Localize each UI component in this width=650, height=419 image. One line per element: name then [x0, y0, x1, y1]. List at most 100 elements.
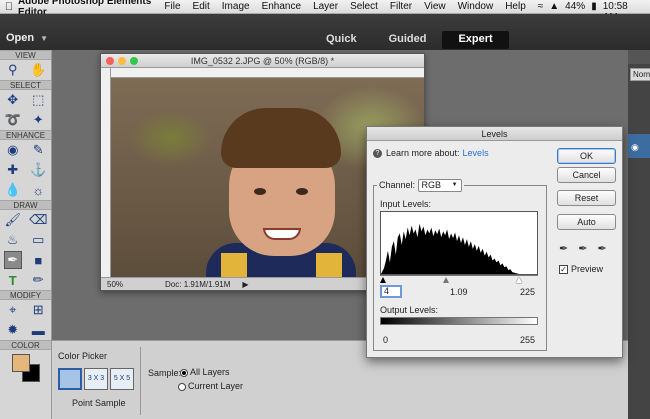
battery-percent[interactable]: 44%: [565, 1, 585, 12]
document-title-bar[interactable]: IMG_0532 2.JPG @ 50% (RGB/8) *: [101, 54, 424, 68]
brush-tool-icon[interactable]: 🖌: [4, 211, 22, 229]
panel-strip: [628, 50, 650, 64]
type-tool-icon[interactable]: T: [4, 271, 22, 289]
white-point-slider[interactable]: [516, 277, 522, 283]
clone-stamp-icon[interactable]: ⚓: [29, 161, 47, 179]
help-icon: ?: [373, 148, 382, 158]
sponge-tool-icon[interactable]: ☼: [29, 181, 47, 199]
maximize-icon[interactable]: [130, 57, 138, 65]
radio-current-layer-label: Current Layer: [188, 381, 244, 391]
ok-button[interactable]: OK: [557, 148, 616, 164]
mac-menu-bar:  Adobe Photoshop Elements Editor File E…: [0, 0, 650, 23]
mode-guided[interactable]: Guided: [373, 31, 443, 49]
black-eyedropper-icon[interactable]: ✒: [559, 242, 568, 255]
menu-enhance[interactable]: Enhance: [262, 1, 301, 12]
battery-icon[interactable]: ▮: [591, 1, 597, 12]
apple-icon[interactable]: : [0, 1, 18, 13]
recompose-tool-icon[interactable]: ⊞: [29, 301, 47, 319]
section-select: SELECT: [0, 80, 51, 90]
mode-quick[interactable]: Quick: [310, 31, 373, 49]
levels-title: Levels: [367, 127, 622, 141]
sample-label: Sample:: [148, 368, 182, 378]
sample-3x3-button[interactable]: 3 X 3: [84, 368, 108, 390]
open-button[interactable]: Open ▼: [6, 32, 48, 44]
blur-tool-icon[interactable]: 💧: [4, 181, 22, 199]
radio-current-layer[interactable]: Current Layer: [178, 381, 243, 391]
zoom-level[interactable]: 50%: [101, 280, 129, 289]
status-menu-icon[interactable]: ▶: [236, 280, 254, 289]
point-sample-button[interactable]: [58, 368, 82, 390]
checkmark-icon[interactable]: ✓: [559, 264, 568, 274]
menu-window[interactable]: Window: [458, 1, 494, 12]
white-eyedropper-icon[interactable]: ✒: [597, 242, 606, 255]
close-icon[interactable]: [106, 57, 114, 65]
zoom-tool-icon[interactable]: ⚲: [4, 61, 22, 79]
channel-select[interactable]: RGB ▼: [417, 179, 462, 192]
histogram: [380, 211, 538, 275]
cancel-button[interactable]: Cancel: [557, 167, 616, 183]
blend-mode-select[interactable]: Norm: [630, 68, 650, 81]
sample-5x5-button[interactable]: 5 X 5: [110, 368, 134, 390]
menu-view[interactable]: View: [424, 1, 446, 12]
eyedropper-tool-icon[interactable]: ✒: [3, 251, 22, 269]
marquee-tool-icon[interactable]: ⬚: [29, 91, 47, 109]
section-draw: DRAW: [0, 200, 51, 210]
input-white-value[interactable]: 225: [520, 287, 535, 297]
eye-tool-icon[interactable]: ◉: [4, 141, 22, 159]
shape-tool-icon[interactable]: ■: [29, 251, 47, 269]
output-white-value[interactable]: 255: [520, 335, 535, 345]
divider: [140, 347, 141, 415]
pencil-tool-icon[interactable]: ✏: [29, 271, 47, 289]
healing-brush-icon[interactable]: ✎: [29, 141, 47, 159]
menu-edit[interactable]: Edit: [193, 1, 210, 12]
menu-layer[interactable]: Layer: [313, 1, 338, 12]
tool-options-title: Color Picker: [58, 351, 108, 361]
smart-brush-icon[interactable]: ✚: [4, 161, 22, 179]
input-values: 4 1.09 225: [380, 285, 538, 298]
visibility-eye-icon[interactable]: ◉: [631, 142, 639, 153]
menu-image[interactable]: Image: [222, 1, 250, 12]
gamma-slider[interactable]: [443, 277, 449, 283]
input-sliders[interactable]: [380, 275, 538, 283]
reset-button[interactable]: Reset: [557, 190, 616, 206]
menu-help[interactable]: Help: [505, 1, 526, 12]
menu-select[interactable]: Select: [350, 1, 378, 12]
move-tool-icon[interactable]: ✥: [4, 91, 22, 109]
chevron-down-icon: ▼: [451, 182, 458, 188]
lasso-tool-icon[interactable]: ➰: [4, 111, 22, 129]
hand-tool-icon[interactable]: ✋: [29, 61, 47, 79]
eraser-tool-icon[interactable]: ⌫: [29, 211, 47, 229]
radio-all-layers[interactable]: All Layers: [180, 367, 230, 377]
gradient-tool-icon[interactable]: ▭: [29, 231, 47, 249]
color-swatches[interactable]: [0, 350, 51, 390]
output-gradient: [380, 317, 538, 325]
paint-bucket-icon[interactable]: ♨: [4, 231, 22, 249]
gray-eyedropper-icon[interactable]: ✒: [578, 242, 587, 255]
menu-file[interactable]: File: [164, 1, 180, 12]
radio-all-layers-dot[interactable]: [180, 368, 188, 377]
channel-row: Channel: RGB ▼: [377, 179, 464, 192]
section-view: VIEW: [0, 50, 51, 60]
minimize-icon[interactable]: [118, 57, 126, 65]
ruler-horizontal: [111, 68, 424, 78]
content-move-icon[interactable]: ✹: [4, 321, 22, 339]
volume-icon[interactable]: ▲: [549, 1, 559, 12]
foreground-color-swatch[interactable]: [12, 354, 30, 372]
magic-wand-icon[interactable]: ✦: [29, 111, 47, 129]
mode-expert[interactable]: Expert: [442, 31, 509, 49]
output-black-value[interactable]: 0: [383, 335, 388, 345]
input-gamma-value[interactable]: 1.09: [450, 287, 468, 297]
input-black-field[interactable]: 4: [380, 285, 402, 298]
toolbox: VIEW ⚲ ✋ SELECT ✥ ⬚ ➰ ✦ ENHANCE ◉ ✎ ✚ ⚓ …: [0, 50, 52, 419]
input-levels-label: Input Levels:: [380, 199, 432, 209]
menu-filter[interactable]: Filter: [390, 1, 412, 12]
levels-help-link[interactable]: Levels: [463, 148, 489, 158]
straighten-tool-icon[interactable]: ▬: [29, 321, 47, 339]
auto-button[interactable]: Auto: [557, 214, 616, 230]
black-point-slider[interactable]: [380, 277, 386, 283]
wifi-icon[interactable]: ≈: [538, 1, 544, 12]
app-top-bar: Open ▼ Quick Guided Expert: [0, 14, 650, 50]
crop-tool-icon[interactable]: ⌖: [4, 301, 22, 319]
radio-current-layer-dot[interactable]: [178, 382, 186, 391]
preview-checkbox[interactable]: ✓ Preview: [559, 264, 603, 274]
